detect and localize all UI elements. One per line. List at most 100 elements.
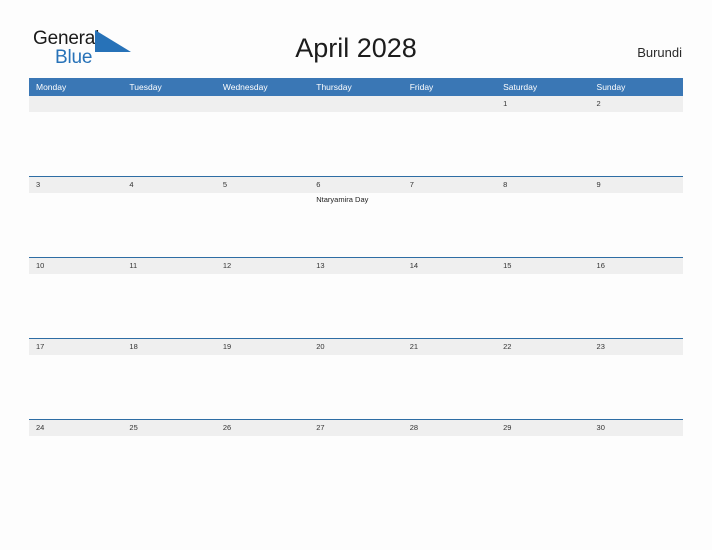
day-number: 25 bbox=[129, 423, 138, 432]
day-cell[interactable]: 27 bbox=[309, 420, 403, 500]
day-of-week-friday: Friday bbox=[409, 82, 434, 92]
day-cell[interactable]: 26 bbox=[215, 420, 310, 500]
day-number-band bbox=[122, 177, 216, 193]
day-cell-empty bbox=[215, 96, 310, 176]
day-cell[interactable]: 28 bbox=[402, 420, 497, 500]
day-cell[interactable]: 8 bbox=[496, 177, 590, 257]
day-of-week-thursday: Thursday bbox=[316, 82, 352, 92]
day-cell[interactable]: 10 bbox=[29, 258, 123, 338]
day-number: 4 bbox=[129, 180, 134, 189]
day-cell[interactable]: 4 bbox=[122, 177, 216, 257]
day-number: 29 bbox=[503, 423, 512, 432]
day-cell[interactable]: 13 bbox=[309, 258, 403, 338]
day-of-week-saturday: Saturday bbox=[503, 82, 538, 92]
day-cell[interactable]: 6 Ntaryamira Day bbox=[309, 177, 403, 257]
day-number: 1 bbox=[503, 99, 508, 108]
calendar-week-row: 10 11 12 13 14 15 16 bbox=[29, 257, 683, 338]
day-number: 5 bbox=[222, 180, 228, 189]
day-number: 26 bbox=[222, 423, 232, 432]
day-number-band bbox=[589, 96, 683, 112]
calendar-week-row: 12 bbox=[29, 96, 683, 176]
calendar-page: General Blue April 2028 Burundi Monday Tu… bbox=[0, 0, 712, 550]
day-cell-empty bbox=[402, 96, 497, 176]
day-number: 6 bbox=[316, 180, 321, 189]
day-number: 15 bbox=[503, 261, 512, 270]
day-number: 9 bbox=[596, 180, 601, 189]
day-cell[interactable]: 14 bbox=[402, 258, 497, 338]
day-number: 24 bbox=[36, 423, 45, 432]
day-cell[interactable]: 23 bbox=[589, 339, 683, 419]
day-number: 27 bbox=[316, 423, 325, 432]
day-cell[interactable]: 17 bbox=[29, 339, 123, 419]
day-cell[interactable]: 16 bbox=[589, 258, 683, 338]
day-cell[interactable]: 5 bbox=[215, 177, 310, 257]
day-of-week-wednesday: Wednesday bbox=[222, 82, 268, 92]
day-cell[interactable]: 12 bbox=[215, 258, 310, 338]
day-number-band bbox=[309, 177, 403, 193]
day-number-band bbox=[402, 96, 497, 112]
day-cell[interactable]: 29 bbox=[496, 420, 590, 500]
calendar-week-row: 17 18 19 20 21 22 23 bbox=[29, 338, 683, 419]
country-label: Burundi bbox=[637, 45, 682, 60]
day-number: 18 bbox=[129, 342, 138, 351]
day-number: 19 bbox=[222, 342, 232, 351]
day-cell[interactable]: 20 bbox=[309, 339, 403, 419]
day-of-week-header-row: Monday Tuesday Wednesday Thursday Friday Satu… bbox=[29, 78, 683, 96]
day-cell[interactable]: 21 bbox=[402, 339, 497, 419]
day-cell[interactable]: 7 bbox=[402, 177, 497, 257]
day-number: 10 bbox=[36, 261, 45, 270]
day-cell[interactable]: 18 bbox=[122, 339, 216, 419]
page-title: April 2028 bbox=[295, 33, 417, 63]
day-number: 11 bbox=[129, 261, 138, 270]
day-of-week-monday: Monday bbox=[36, 82, 67, 92]
day-number-band bbox=[589, 177, 683, 193]
day-cell[interactable]: 9 bbox=[589, 177, 683, 257]
day-cell[interactable]: 15 bbox=[496, 258, 590, 338]
calendar-grid: Monday Tuesday Wednesday Thursday Friday Satu… bbox=[29, 78, 683, 500]
day-number-band bbox=[402, 177, 497, 193]
day-number: 17 bbox=[36, 342, 45, 351]
day-number: 30 bbox=[596, 423, 605, 432]
day-number: 12 bbox=[222, 261, 232, 270]
day-cell-empty bbox=[122, 96, 216, 176]
day-cell[interactable]: 11 bbox=[122, 258, 216, 338]
day-of-week-sunday: Sunday bbox=[596, 82, 626, 92]
calendar-week-row: 3 4 5 6 Ntaryamira Day 7 8 9 bbox=[29, 176, 683, 257]
day-of-week-tuesday: Tuesday bbox=[129, 82, 162, 92]
day-number: 2 bbox=[596, 99, 601, 108]
day-cell-empty bbox=[29, 96, 123, 176]
day-events: Ntaryamira Day bbox=[316, 193, 400, 206]
day-number: 3 bbox=[36, 180, 41, 189]
day-cell[interactable]: 1 bbox=[496, 96, 590, 176]
day-number: 20 bbox=[316, 342, 325, 351]
day-number-band bbox=[496, 96, 590, 112]
day-number-band bbox=[309, 96, 403, 112]
day-number-band bbox=[29, 177, 123, 193]
day-cell[interactable]: 24 bbox=[29, 420, 123, 500]
calendar-weeks: 1 2 3 4 5 6 Ntaryamira Day 7 8 9 10 11 12 13 14 15 16 17 1… bbox=[29, 96, 683, 500]
holiday-event: Ntaryamira Day bbox=[316, 195, 369, 204]
day-number-band bbox=[215, 177, 310, 193]
day-cell[interactable]: 3 bbox=[29, 177, 123, 257]
day-cell[interactable]: 22 bbox=[496, 339, 590, 419]
day-number: 16 bbox=[596, 261, 605, 270]
day-number-band bbox=[215, 96, 310, 112]
day-cell-empty bbox=[309, 96, 403, 176]
calendar-week-row: 24 25 26 27 28 29 30 bbox=[29, 419, 683, 500]
page-header: General Blue April 2028 Burundi bbox=[0, 0, 712, 76]
day-number: 28 bbox=[409, 423, 419, 432]
day-cell[interactable]: 2 bbox=[589, 96, 683, 176]
day-number-band bbox=[29, 96, 123, 112]
day-cell[interactable]: 25 bbox=[122, 420, 216, 500]
day-number: 14 bbox=[409, 261, 419, 270]
day-cell[interactable]: 19 bbox=[215, 339, 310, 419]
day-number: 21 bbox=[409, 342, 419, 351]
day-number-band bbox=[496, 177, 590, 193]
day-number-band bbox=[122, 96, 216, 112]
day-cell[interactable]: 30 bbox=[589, 420, 683, 500]
day-number: 23 bbox=[596, 342, 605, 351]
day-number: 22 bbox=[503, 342, 512, 351]
day-number: 13 bbox=[316, 261, 325, 270]
day-number: 8 bbox=[503, 180, 508, 189]
day-number: 7 bbox=[409, 180, 414, 189]
